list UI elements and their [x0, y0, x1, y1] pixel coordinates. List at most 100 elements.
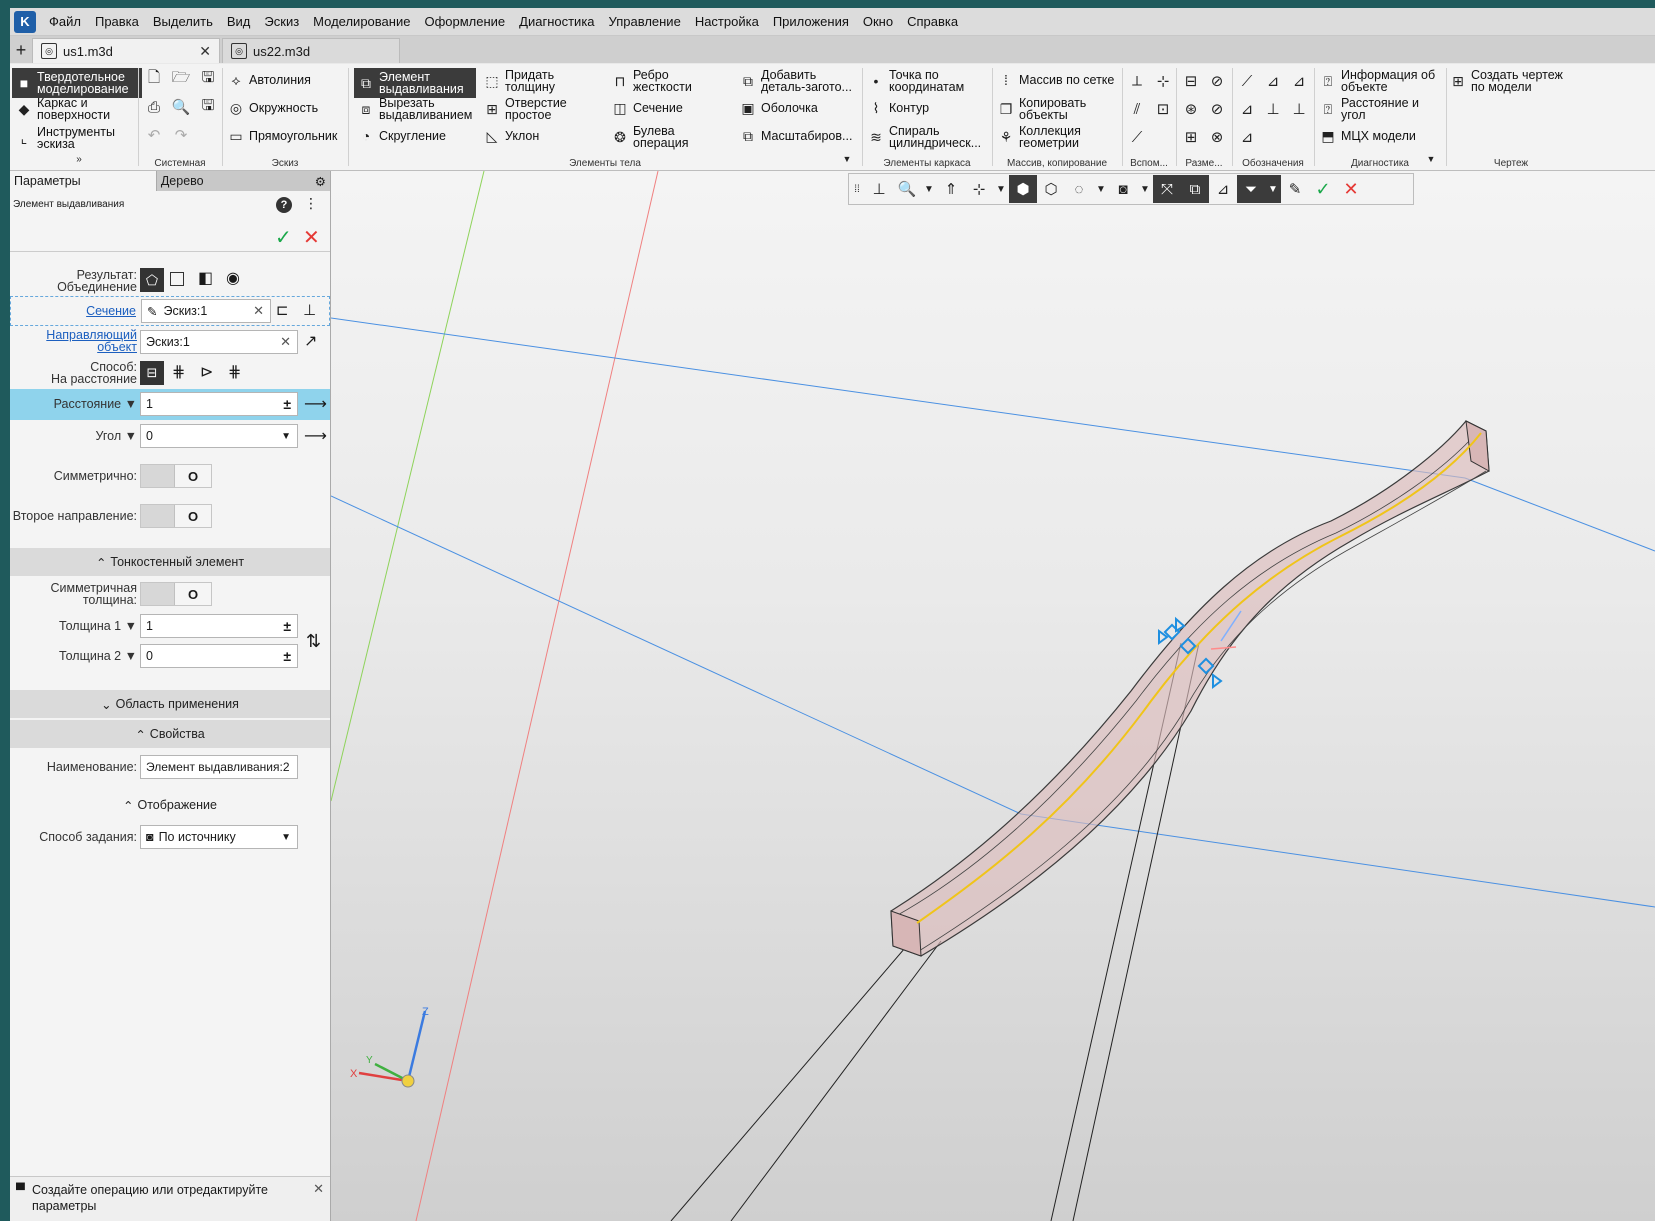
chevron-down-icon[interactable]: ▼: [1265, 175, 1281, 203]
print-icon[interactable]: ⎙: [143, 96, 165, 118]
clear-x-icon[interactable]: ✕: [253, 303, 264, 319]
boolean-button[interactable]: ❂ Булева операция: [612, 125, 702, 150]
guide-field[interactable]: Эскиз:1 ✕: [140, 330, 298, 354]
menu-apps[interactable]: Приложения: [766, 14, 856, 29]
perspective-icon[interactable]: ⊿: [1209, 175, 1237, 203]
tab-us1[interactable]: ◎ us1.m3d ✕: [32, 38, 220, 63]
geometry-collection-button[interactable]: ⚘ Коллекция геометрии: [998, 125, 1108, 150]
result-intersect-icon[interactable]: ◉: [226, 268, 240, 288]
add-part-button[interactable]: ⧉ Добавить деталь-загото...: [740, 69, 864, 94]
fillet-button[interactable]: ◔ Скругление: [358, 128, 446, 144]
direction-arrow-icon[interactable]: ⟶: [304, 426, 327, 446]
spiral-button[interactable]: ≋ Спираль цилиндрическ...: [868, 125, 990, 150]
grid-array-button[interactable]: ⁞ Массив по сетке: [998, 72, 1114, 88]
select-sketch-icon[interactable]: ⊏: [276, 301, 289, 319]
hole-button[interactable]: ⊞ Отверстие простое: [484, 97, 574, 122]
dimension-angle-icon[interactable]: ⊛: [1180, 98, 1202, 120]
save-as-icon[interactable]: 🖫: [197, 96, 219, 118]
name-input[interactable]: Элемент выдавливания:2: [140, 755, 298, 779]
method-to-vertex-icon[interactable]: ⊳: [200, 362, 213, 382]
aux-curve-icon[interactable]: ⟋: [1126, 126, 1148, 148]
rectangle-button[interactable]: ▭ Прямоугольник: [228, 128, 337, 144]
extrude-button[interactable]: ⧉ Элемент выдавливания: [354, 68, 476, 98]
chevron-down-icon[interactable]: ▼: [921, 175, 937, 203]
plus-minus-icon[interactable]: ±: [283, 618, 291, 634]
chevron-down-icon[interactable]: ▼: [1093, 175, 1109, 203]
mode-select[interactable]: ◙ По источнику ▼: [140, 825, 298, 849]
new-tab-plus-icon[interactable]: +: [10, 37, 32, 63]
angle-select[interactable]: 0 ▼: [140, 424, 298, 448]
section-cut-button[interactable]: ◫ Сечение: [612, 100, 683, 116]
result-new-body-icon[interactable]: [170, 272, 184, 286]
menu-sketch[interactable]: Эскиз: [257, 14, 306, 29]
thickness2-label[interactable]: Толщина 2 ▼: [59, 650, 137, 663]
3d-viewport[interactable]: Z X Y ⁞⁞ ⊥ 🔍 ▼ ⇑ ⊹ ▼ ⬢ ⬡ ◌ ▼ ◙ ▼ ⤧ ⧉ ⊿ ⏷…: [331, 171, 1655, 1221]
contour-button[interactable]: ⌇ Контур: [868, 100, 930, 116]
menu-help[interactable]: Справка: [900, 14, 965, 29]
menu-file[interactable]: Файл: [42, 14, 88, 29]
thickness2-input[interactable]: 0 ±: [140, 644, 298, 668]
undo-icon[interactable]: ↶: [143, 124, 165, 146]
help-icon[interactable]: ?: [276, 197, 292, 213]
menu-settings[interactable]: Настройка: [688, 14, 766, 29]
tab-us22[interactable]: ◎ us22.m3d: [222, 38, 400, 63]
menu-diagnostics[interactable]: Диагностика: [512, 14, 601, 29]
open-folder-icon[interactable]: 🗁: [170, 68, 192, 90]
confirm-check-icon[interactable]: ✓: [275, 225, 292, 250]
tree-view-icon[interactable]: ⋮: [304, 195, 318, 212]
confirm-check-icon[interactable]: ✓: [1309, 175, 1337, 203]
display-mode-icon[interactable]: ◙: [1109, 175, 1137, 203]
gear-icon[interactable]: ⚙: [306, 171, 331, 191]
expand-chevron-icon[interactable]: »: [68, 148, 90, 170]
mass-properties-button[interactable]: ⬒ МЦХ модели: [1320, 128, 1415, 144]
distance-input[interactable]: 1 ±: [140, 392, 298, 416]
thicken-button[interactable]: ⬚ Придать толщину: [484, 69, 574, 94]
rotate-icon[interactable]: ⊹: [965, 175, 993, 203]
tab-parameters[interactable]: Параметры: [10, 171, 156, 191]
circle-button[interactable]: ◎ Окружность: [228, 100, 318, 116]
thickness1-label[interactable]: Толщина 1 ▼: [59, 620, 137, 633]
mode-solid-button[interactable]: ■ Твердотельное моделирование: [12, 68, 142, 98]
preview-icon[interactable]: 🔍: [170, 96, 192, 118]
aux-line-icon[interactable]: ⫽: [1126, 98, 1148, 120]
guide-link[interactable]: Направляющий объект: [17, 329, 137, 354]
method-distance-icon[interactable]: ⊟: [140, 361, 164, 385]
properties-section-header[interactable]: ⌃ Свойства: [10, 720, 330, 748]
designation-leader-icon[interactable]: ⟋: [1236, 70, 1258, 92]
draft-button[interactable]: ◺ Уклон: [484, 128, 540, 144]
zoom-icon[interactable]: 🔍: [893, 175, 921, 203]
menu-select[interactable]: Выделить: [146, 14, 220, 29]
designation-base-icon[interactable]: ⊿: [1288, 70, 1310, 92]
designation-mark-icon[interactable]: ⊥: [1262, 98, 1284, 120]
scale-button[interactable]: ⧉ Масштабиров...: [740, 128, 852, 144]
wireframe-view-icon[interactable]: ⬡: [1037, 175, 1065, 203]
thickness1-input[interactable]: 1 ±: [140, 614, 298, 638]
plus-minus-icon[interactable]: ±: [283, 648, 291, 664]
scope-section-header[interactable]: ⌄ Область применения: [10, 690, 330, 718]
autoline-button[interactable]: ⟡ Автолиния: [228, 72, 311, 88]
mode-sketch-tools-button[interactable]: ⌞ Инструменты эскиза: [16, 126, 136, 151]
plus-minus-icon[interactable]: ±: [283, 396, 291, 412]
app-logo-icon[interactable]: K: [14, 10, 36, 33]
menu-modeling[interactable]: Моделирование: [306, 14, 417, 29]
dimension-auto-icon[interactable]: ⊞: [1180, 126, 1202, 148]
direction-arrow-icon[interactable]: ⟶: [304, 394, 327, 414]
filter-icon[interactable]: ⏷: [1237, 175, 1265, 203]
section-view-icon[interactable]: ⧉: [1181, 175, 1209, 203]
symmetric-thickness-toggle[interactable]: O: [140, 582, 212, 606]
section-link[interactable]: Сечение: [86, 305, 136, 318]
section-field[interactable]: ✎ Эскиз:1 ✕: [141, 299, 271, 323]
save-icon[interactable]: 🖫: [197, 68, 219, 90]
close-icon[interactable]: ✕: [313, 1181, 324, 1197]
aux-point-icon[interactable]: ⊡: [1152, 98, 1174, 120]
result-subtract-icon[interactable]: ◧: [198, 268, 213, 288]
method-through-all-icon[interactable]: ⋕: [172, 362, 185, 382]
new-file-icon[interactable]: 🗋: [143, 68, 165, 90]
edit-sketch-icon[interactable]: ⊥: [303, 301, 316, 319]
menu-edit[interactable]: Правка: [88, 14, 146, 29]
chevron-down-icon[interactable]: ▼: [1137, 175, 1153, 203]
snap-icon[interactable]: ⤧: [1153, 175, 1181, 203]
designation-thread-icon[interactable]: ⊿: [1236, 126, 1258, 148]
point-by-coords-button[interactable]: • Точка по координатам: [868, 69, 988, 94]
object-info-button[interactable]: ⍰ Информация об объекте: [1320, 69, 1446, 94]
